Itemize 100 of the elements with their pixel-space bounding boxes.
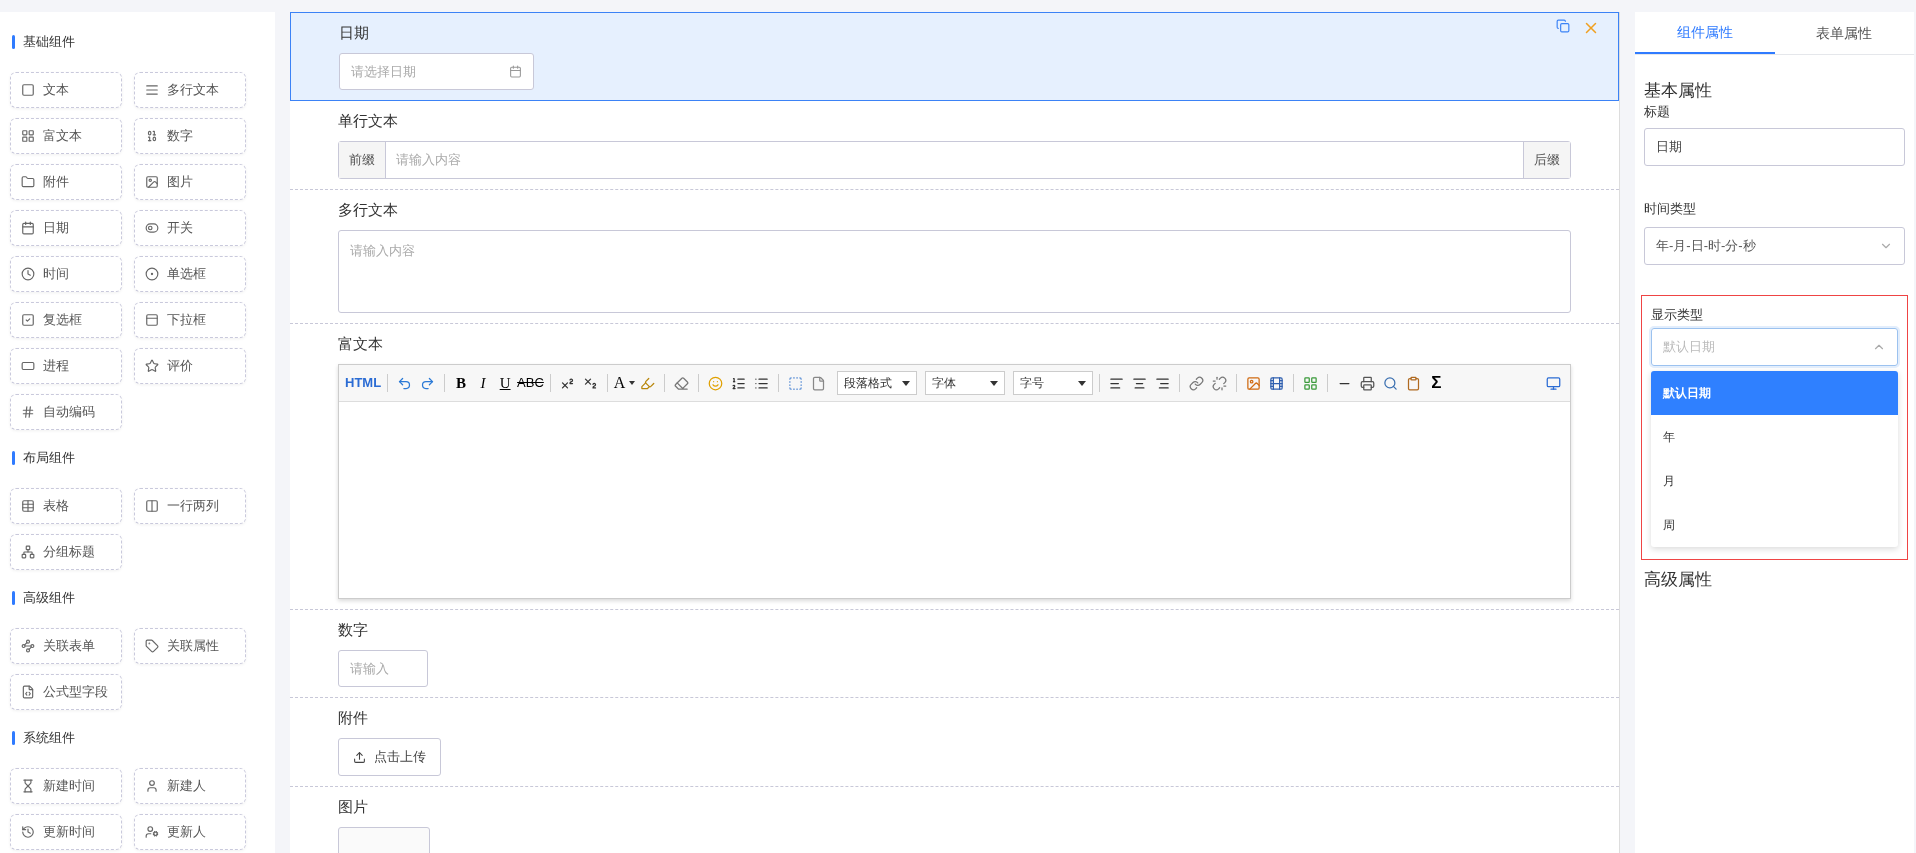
picture-grid-icon[interactable]	[1303, 375, 1319, 391]
monitor-icon[interactable]	[1546, 375, 1561, 391]
copy-icon[interactable]	[1556, 19, 1570, 33]
font-color-button[interactable]: A	[613, 372, 636, 394]
bullet-list-icon[interactable]	[754, 375, 770, 391]
component-item[interactable]: 进程	[10, 348, 122, 384]
field-label: 富文本	[338, 334, 383, 354]
component-item[interactable]: 复选框	[10, 302, 122, 338]
dashed-square-icon[interactable]	[788, 375, 804, 391]
html-button[interactable]: HTML	[345, 372, 382, 394]
component-item[interactable]: 关联属性	[134, 628, 246, 664]
component-item[interactable]: 新建时间	[10, 768, 122, 804]
component-item[interactable]: 新建人	[134, 768, 246, 804]
field-label: 数字	[338, 620, 368, 640]
section-title: 布局组件	[23, 449, 75, 468]
page-icon[interactable]	[811, 375, 827, 391]
form-field[interactable]: 单行文本 前缀 请输入内容 后缀	[290, 101, 1619, 190]
folder-icon	[21, 175, 35, 189]
format-select[interactable]: 段落格式	[837, 371, 918, 395]
lines-icon	[145, 83, 159, 97]
form-field[interactable]: 富文本 HTML B I U ABC A 段落格式 字体 字号 Σ	[290, 324, 1619, 610]
clipboard-icon[interactable]	[1406, 375, 1422, 391]
film-icon[interactable]	[1269, 375, 1285, 391]
form-field[interactable]: 附件 点击上传	[290, 698, 1619, 787]
component-item[interactable]: 分组标题	[10, 534, 122, 570]
form-field[interactable]: 多行文本 请输入内容	[290, 190, 1619, 324]
hash-icon	[21, 405, 35, 419]
columns-icon	[145, 499, 159, 513]
component-item[interactable]: 附件	[10, 164, 122, 200]
printer-icon[interactable]	[1360, 375, 1376, 391]
highlighter-icon[interactable]	[640, 375, 656, 391]
panel-tab[interactable]: 表单属性	[1774, 12, 1914, 54]
component-item[interactable]: 评价	[134, 348, 246, 384]
suffix-addon: 后缀	[1523, 142, 1570, 178]
component-item[interactable]: 更新时间	[10, 814, 122, 850]
dropdown-option[interactable]: 周	[1651, 503, 1898, 547]
dropdown-option[interactable]: 年	[1651, 415, 1898, 459]
title-input[interactable]: 日期	[1644, 128, 1905, 166]
dropdown-option[interactable]: 默认日期	[1651, 371, 1898, 415]
form-field[interactable]: 日期 请选择日期	[290, 12, 1619, 101]
dropdown-option[interactable]: 月	[1651, 459, 1898, 503]
format-select[interactable]: 字体	[925, 371, 1006, 395]
time-type-select[interactable]: 年-月-日-时-分-秒	[1644, 227, 1905, 265]
redo-icon[interactable]	[420, 375, 436, 391]
component-item[interactable]: 单选框	[134, 256, 246, 292]
component-item[interactable]: 数字	[134, 118, 246, 154]
component-item[interactable]: 更新人	[134, 814, 246, 850]
underline-button[interactable]: U	[495, 372, 516, 394]
image-icon[interactable]	[1246, 375, 1262, 391]
component-item[interactable]: 下拉框	[134, 302, 246, 338]
section-title: 基础组件	[23, 33, 75, 52]
italic-button[interactable]: I	[473, 372, 494, 394]
square-icon	[21, 83, 35, 97]
component-item[interactable]: 多行文本	[134, 72, 246, 108]
smiley-icon[interactable]	[708, 375, 724, 391]
component-item[interactable]: 关联表单	[10, 628, 122, 664]
component-item[interactable]: 图片	[134, 164, 246, 200]
component-item[interactable]: 一行两列	[134, 488, 246, 524]
superscript-icon[interactable]	[559, 375, 575, 391]
field-label: 标题	[1644, 103, 1671, 121]
text-input[interactable]: 前缀 请输入内容 后缀	[338, 141, 1571, 179]
component-item[interactable]: 富文本	[10, 118, 122, 154]
nodes-icon	[21, 639, 35, 653]
component-item[interactable]: 文本	[10, 72, 122, 108]
component-item[interactable]: 时间	[10, 256, 122, 292]
caret-icon	[1078, 380, 1087, 386]
link-icon[interactable]	[1189, 375, 1205, 391]
field-label: 显示类型	[1651, 306, 1704, 324]
panel-tab[interactable]: 组件属性	[1635, 12, 1775, 54]
component-item[interactable]: 日期	[10, 210, 122, 246]
strikethrough-button[interactable]: ABC	[517, 372, 544, 394]
form-field[interactable]: 图片	[290, 787, 1619, 853]
digits-icon	[145, 129, 159, 143]
formula-button[interactable]: Σ	[1426, 372, 1447, 394]
preview-icon[interactable]	[1383, 375, 1399, 391]
numbered-list-icon[interactable]	[731, 375, 747, 391]
format-select[interactable]: 字号	[1013, 371, 1094, 395]
component-item[interactable]: 表格	[10, 488, 122, 524]
clock-icon	[21, 825, 35, 839]
hierarchy-icon	[21, 545, 35, 559]
section-marker	[12, 591, 15, 605]
prefix-addon: 前缀	[339, 142, 386, 178]
bold-button[interactable]: B	[451, 372, 472, 394]
align-center-icon[interactable]	[1132, 375, 1148, 391]
rich-text-editor[interactable]: HTML B I U ABC A 段落格式 字体 字号 Σ	[338, 364, 1571, 599]
component-item[interactable]: 公式型字段	[10, 674, 122, 710]
hourglass-icon	[21, 779, 35, 793]
align-right-icon[interactable]	[1155, 375, 1171, 391]
form-field[interactable]: 数字 请输入	[290, 610, 1619, 698]
eraser-icon[interactable]	[674, 375, 690, 391]
align-left-icon[interactable]	[1109, 375, 1125, 391]
unlink-icon[interactable]	[1212, 375, 1228, 391]
component-item[interactable]: 开关	[134, 210, 246, 246]
toggle-icon	[145, 221, 159, 235]
undo-icon[interactable]	[397, 375, 413, 391]
dropdown-icon	[145, 313, 159, 327]
field-label: 单行文本	[338, 111, 398, 131]
subscript-icon[interactable]	[582, 375, 598, 391]
upload-button[interactable]: 点击上传	[338, 738, 441, 776]
component-item[interactable]: 自动编码	[10, 394, 122, 430]
